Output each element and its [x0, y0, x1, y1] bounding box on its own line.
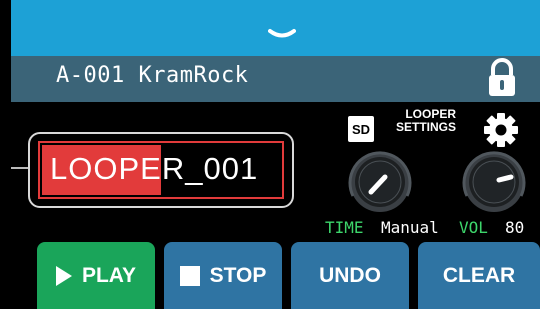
chevron-down-icon[interactable]: [268, 28, 296, 40]
looper-settings-line2: SETTINGS: [395, 120, 456, 134]
stop-label: STOP: [209, 263, 267, 287]
time-label: TIME: [325, 218, 364, 237]
vol-label: VOL: [459, 218, 488, 237]
stop-button[interactable]: STOP: [164, 242, 282, 309]
looper-name-highlighted: LOOPE: [50, 151, 162, 186]
play-icon: [55, 265, 72, 286]
top-bar[interactable]: [11, 0, 540, 56]
pointer-line: [11, 167, 28, 169]
looper-settings-label[interactable]: LOOPER SETTINGS: [394, 108, 456, 134]
looper-name-frame[interactable]: LOOPER_001: [28, 132, 294, 208]
vol-knob[interactable]: [459, 150, 529, 214]
patch-name: A-001 KramRock: [56, 63, 249, 88]
lock-icon[interactable]: [484, 58, 520, 98]
stop-icon: [179, 265, 200, 286]
gear-icon[interactable]: [481, 110, 521, 150]
play-label: PLAY: [81, 263, 137, 287]
clear-button[interactable]: CLEAR: [418, 242, 540, 309]
vol-value: 80: [505, 218, 525, 237]
patch-header: A-001 KramRock: [11, 56, 540, 102]
looper-panel: LOOPER_001 SD LOOPER SETTINGS TIME Manua…: [11, 102, 540, 242]
time-knob[interactable]: [345, 150, 415, 214]
undo-button[interactable]: UNDO: [291, 242, 409, 309]
time-value: Manual: [381, 218, 439, 237]
looper-name-field[interactable]: LOOPER_001: [38, 141, 284, 199]
looper-name: LOOPER_001: [50, 151, 258, 187]
sd-card-icon[interactable]: SD: [348, 116, 374, 142]
play-button[interactable]: PLAY: [37, 242, 155, 309]
undo-label: UNDO: [319, 263, 381, 287]
clear-label: CLEAR: [442, 263, 516, 287]
looper-name-rest: R_001: [161, 151, 259, 186]
